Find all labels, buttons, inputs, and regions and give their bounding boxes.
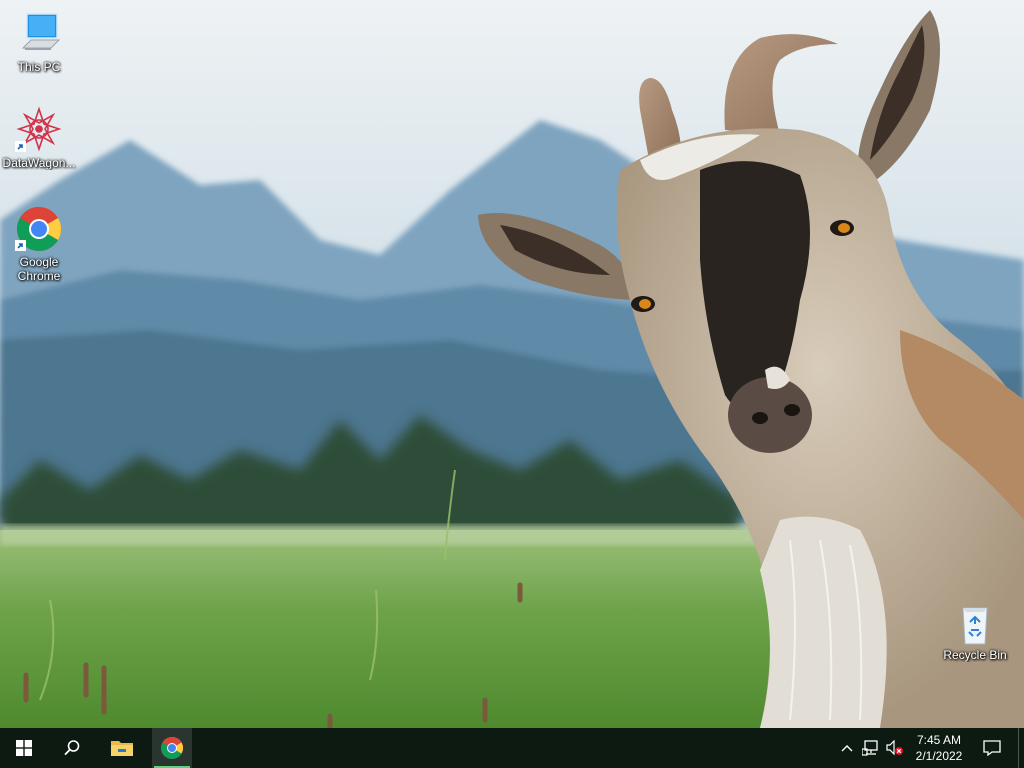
show-desktop-button[interactable] xyxy=(1018,728,1024,768)
chrome-icon xyxy=(15,205,63,253)
clock[interactable]: 7:45 AM 2/1/2022 xyxy=(906,732,972,764)
taskbar-file-explorer[interactable] xyxy=(98,728,146,768)
desktop-icon-label: Google Chrome xyxy=(17,255,61,283)
search-button[interactable] xyxy=(48,728,96,768)
shortcut-arrow-icon xyxy=(15,141,26,152)
desktop-icon-label: DataWagon... xyxy=(2,156,76,170)
monitor-icon xyxy=(15,10,63,58)
action-center-button[interactable] xyxy=(978,728,1006,768)
volume-muted-icon xyxy=(886,740,903,756)
clock-time: 7:45 AM xyxy=(916,733,962,747)
windows-logo-icon xyxy=(16,740,32,756)
desktop-icon-label: This PC xyxy=(17,60,61,74)
desktop-icon-recycle-bin[interactable]: Recycle Bin xyxy=(937,602,1013,662)
recycle-bin-icon xyxy=(951,602,999,646)
notification-icon xyxy=(983,740,1001,757)
folder-icon xyxy=(111,741,133,756)
shortcut-arrow-icon xyxy=(15,240,26,251)
mandala-logo-icon xyxy=(15,106,63,154)
start-button[interactable] xyxy=(0,728,48,768)
network-icon xyxy=(862,740,878,756)
desktop-icon-label: Recycle Bin xyxy=(943,648,1007,662)
chrome-icon xyxy=(161,737,183,759)
chevron-up-icon xyxy=(841,745,853,752)
clock-date: 2/1/2022 xyxy=(915,749,963,763)
taskbar-chrome[interactable] xyxy=(152,728,192,768)
desktop-wallpaper xyxy=(0,0,1024,728)
search-icon xyxy=(64,740,80,756)
volume-button[interactable] xyxy=(885,738,905,758)
desktop-icon-google-chrome[interactable]: Google Chrome xyxy=(1,205,77,283)
network-button[interactable] xyxy=(861,738,881,758)
desktop-icon-this-pc[interactable]: This PC xyxy=(1,10,77,74)
show-hidden-icons-button[interactable] xyxy=(837,738,857,758)
taskbar: 7:45 AM 2/1/2022 xyxy=(0,728,1024,768)
desktop-icon-datawagon[interactable]: DataWagon... xyxy=(1,106,77,170)
